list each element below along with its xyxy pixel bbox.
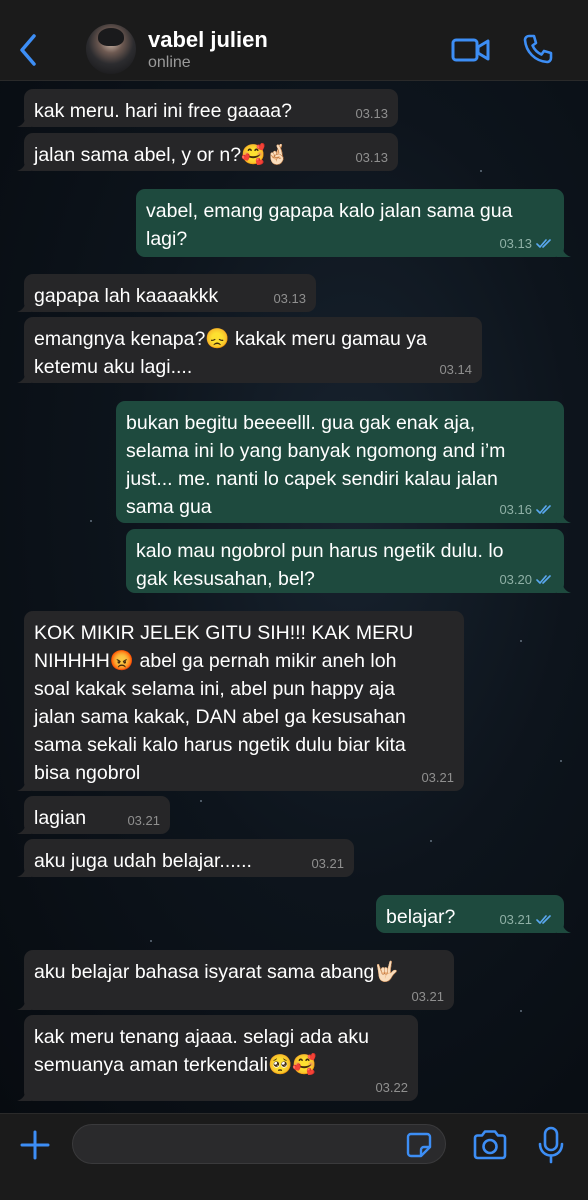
sticker-icon[interactable] [406,1132,432,1158]
bubble-tail [17,369,31,383]
outgoing-message[interactable]: kalo mau ngobrol pun harus ngetik dulu. … [126,529,571,593]
read-receipt-icon [536,239,551,248]
bubble-tail [557,919,571,933]
incoming-message[interactable]: lagian 03.21 [17,796,170,834]
bubble-tail [17,298,31,312]
message-meta: 03.22 [375,1081,408,1095]
message-time: 03.21 [411,989,444,1004]
incoming-message[interactable]: kak meru tenang ajaaa. selagi ada aku se… [17,1015,418,1101]
message-meta: 03.21 [421,771,454,785]
bubble-tail [557,509,571,523]
message-text: bukan begitu beeeelll. gua gak enak aja,… [126,412,506,518]
bubble-tail [17,996,31,1010]
message-time: 03.20 [499,572,532,587]
message-text: kak meru tenang ajaaa. selagi ada aku se… [34,1026,369,1076]
bubble-tail [557,579,571,593]
message-meta: 03.20 [499,573,554,587]
message-meta: 03.21 [411,990,444,1004]
bubble-tail [17,777,31,791]
chat-header: vabel julien online [0,0,588,81]
message-time: 03.14 [439,362,472,377]
outgoing-message[interactable]: vabel, emang gapapa kalo jalan sama gua … [136,189,571,257]
bubble-tail [17,863,31,877]
outgoing-message[interactable]: belajar? 03.21 [376,895,571,933]
outgoing-message[interactable]: bukan begitu beeeelll. gua gak enak aja,… [116,401,571,523]
message-time: 03.21 [421,770,454,785]
message-time: 03.21 [311,856,344,871]
chevron-left-icon[interactable] [14,30,44,70]
message-input[interactable] [72,1124,446,1164]
incoming-message[interactable]: emangnya kenapa?😞 kakak meru gamau ya ke… [17,317,482,383]
microphone-icon[interactable] [538,1126,564,1164]
message-meta: 03.21 [499,913,554,927]
compose-bar [0,1113,588,1200]
message-text: kalo mau ngobrol pun harus ngetik dulu. … [136,540,504,590]
message-text: KOK MIKIR JELEK GITU SIH!!! KAK MERU NIH… [34,622,414,784]
bubble-tail [557,243,571,257]
incoming-message[interactable]: KOK MIKIR JELEK GITU SIH!!! KAK MERU NIH… [17,611,464,791]
plus-icon[interactable] [18,1128,52,1162]
contact-name[interactable]: vabel julien [148,27,268,53]
incoming-message[interactable]: aku juga udah belajar...... 03.21 [17,839,354,877]
message-meta: 03.21 [127,814,160,828]
message-time: 03.16 [499,502,532,517]
read-receipt-icon [536,915,551,924]
message-meta: 03.13 [355,107,388,121]
incoming-message[interactable]: kak meru. hari ini free gaaaa? 03.13 [17,89,398,127]
incoming-message[interactable]: aku belajar bahasa isyarat sama abang🤟🏻 0… [17,950,454,1010]
message-meta: 03.13 [499,237,554,251]
bubble-tail [17,157,31,171]
bubble-tail [17,820,31,834]
message-meta: 03.13 [273,292,306,306]
message-text: gapapa lah kaaaakkk [34,285,219,307]
message-text: aku belajar bahasa isyarat sama abang🤟🏻 [34,961,399,983]
bubble-tail [17,1087,31,1101]
message-time: 03.21 [127,813,160,828]
message-time: 03.13 [273,291,306,306]
message-text: emangnya kenapa?😞 kakak meru gamau ya ke… [34,328,427,378]
bubble-tail [17,113,31,127]
incoming-message[interactable]: jalan sama abel, y or n?🥰🤞🏻 03.13 [17,133,398,171]
message-time: 03.13 [499,236,532,251]
video-camera-icon[interactable] [451,36,491,64]
camera-icon[interactable] [472,1130,508,1160]
contact-status: online [148,54,191,71]
message-time: 03.22 [375,1080,408,1095]
message-time: 03.13 [355,150,388,165]
message-meta: 03.14 [439,363,472,377]
message-time: 03.13 [355,106,388,121]
message-meta: 03.21 [311,857,344,871]
message-time: 03.21 [499,912,532,927]
avatar[interactable] [86,24,136,74]
read-receipt-icon [536,575,551,584]
incoming-message[interactable]: gapapa lah kaaaakkk 03.13 [17,274,316,312]
message-text: aku juga udah belajar...... [34,850,252,872]
message-meta: 03.16 [499,503,554,517]
message-text: vabel, emang gapapa kalo jalan sama gua … [146,200,513,250]
read-receipt-icon [536,505,551,514]
message-text: jalan sama abel, y or n?🥰🤞🏻 [34,144,290,166]
message-text: kak meru. hari ini free gaaaa? [34,100,292,122]
phone-icon[interactable] [522,33,554,65]
message-meta: 03.13 [355,151,388,165]
